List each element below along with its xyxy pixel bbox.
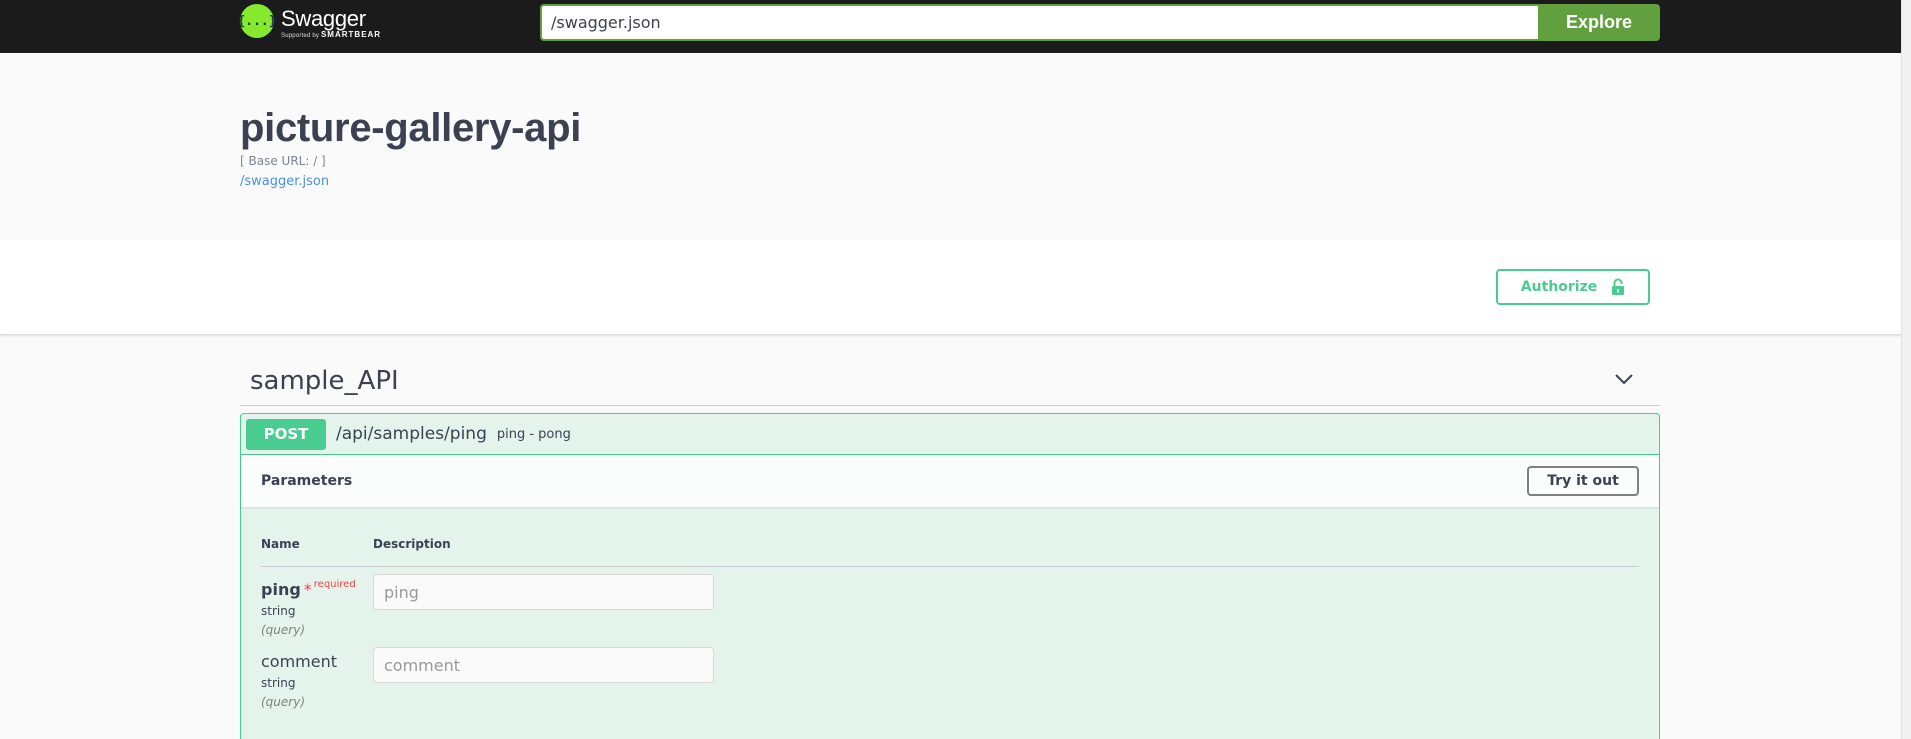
explore-button[interactable]: Explore xyxy=(1538,4,1660,41)
spec-url-form: Explore xyxy=(540,4,1660,41)
authorize-label: Authorize xyxy=(1520,279,1598,295)
parameter-name: ping xyxy=(261,580,301,599)
brand-text: Swagger Supported by SMARTBEAR xyxy=(281,3,381,40)
required-star: * xyxy=(303,580,312,599)
parameter-type: string xyxy=(261,604,296,618)
column-description: Description xyxy=(373,537,451,551)
brand-subtitle: Supported by SMARTBEAR xyxy=(281,31,381,40)
operation-summary[interactable]: POST /api/samples/ping ping - pong xyxy=(241,414,1659,455)
page-scrollbar[interactable] xyxy=(1901,0,1911,739)
parameter-name-cell: ping * required string (query) xyxy=(261,579,373,652)
brand-name: Swagger xyxy=(281,6,366,31)
method-badge: POST xyxy=(246,418,326,450)
swagger-ui-page: {...} Swagger Supported by SMARTBEAR Exp… xyxy=(0,0,1901,739)
parameter-row: comment string (query) xyxy=(261,647,1639,737)
api-info: picture-gallery-api [ Base URL: / ] /swa… xyxy=(240,104,581,190)
ping-input[interactable] xyxy=(373,574,714,610)
api-title: picture-gallery-api xyxy=(240,106,582,150)
operation-path: /api/samples/ping xyxy=(336,424,487,444)
parameter-type: string xyxy=(261,676,296,690)
chevron-down-icon[interactable] xyxy=(1614,372,1634,390)
scheme-container: Authorize xyxy=(0,239,1901,335)
parameter-value-cell xyxy=(373,574,714,652)
authorize-button[interactable]: Authorize xyxy=(1496,269,1650,305)
parameter-row: ping * required string (query) xyxy=(261,567,1639,652)
spec-link[interactable]: /swagger.json xyxy=(240,174,329,189)
parameter-name-cell: comment string (query) xyxy=(261,652,373,737)
operation-description: ping - pong xyxy=(496,426,571,442)
tag-section-header[interactable]: sample_API xyxy=(240,356,1660,406)
parameter-in: (query) xyxy=(261,623,306,637)
parameter-name-line: comment xyxy=(261,652,373,671)
swagger-logo-icon: {...} xyxy=(237,4,277,38)
parameters-title: Parameters xyxy=(261,473,353,489)
column-name: Name xyxy=(261,537,300,551)
operation-block: POST /api/samples/ping ping - pong Param… xyxy=(240,413,1660,739)
comment-input[interactable] xyxy=(373,647,714,683)
parameters-table-header: Name Description xyxy=(261,537,1639,567)
brand-sub-company: SMARTBEAR xyxy=(320,30,382,39)
swagger-brand[interactable]: {...} Swagger Supported by SMARTBEAR xyxy=(237,3,381,40)
topbar: {...} Swagger Supported by SMARTBEAR Exp… xyxy=(0,0,1901,53)
spec-url-input[interactable] xyxy=(540,4,1538,41)
parameters-table: Name Description ping * required string (q… xyxy=(241,507,1659,737)
brand-sub-prefix: Supported by xyxy=(281,33,320,39)
parameter-value-cell xyxy=(373,647,714,737)
parameter-name: comment xyxy=(261,652,338,671)
try-it-out-button[interactable]: Try it out xyxy=(1527,466,1639,496)
parameters-header: Parameters Try it out xyxy=(241,455,1659,507)
required-label: required xyxy=(313,579,356,590)
parameter-name-line: ping * required xyxy=(261,579,373,599)
tag-name: sample_API xyxy=(250,365,399,396)
lock-icon xyxy=(1611,278,1625,296)
parameter-in: (query) xyxy=(261,695,306,709)
base-url: [ Base URL: / ] xyxy=(240,154,326,168)
